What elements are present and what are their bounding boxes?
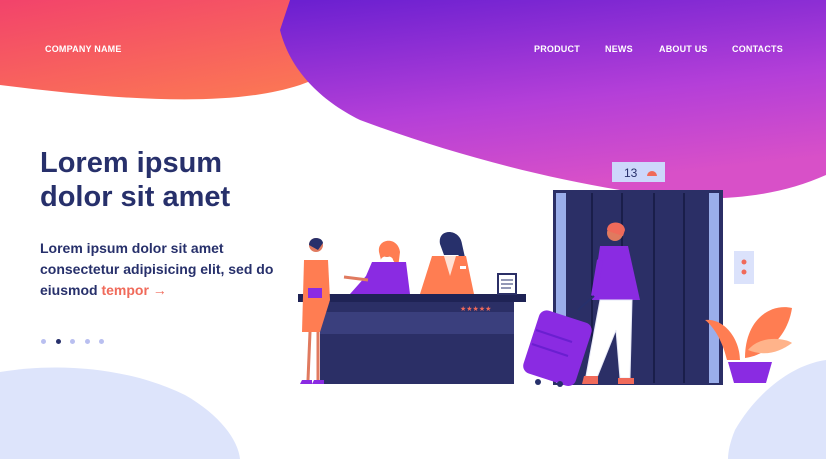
receptionist-middle xyxy=(343,240,410,294)
floor-indicator: 13 xyxy=(612,162,665,182)
floor-number: 13 xyxy=(624,166,638,180)
receptionist-right xyxy=(420,232,474,294)
reception-desk: ★★★★★ xyxy=(298,273,526,384)
hotel-reception-illustration: 13 ★★★★★ xyxy=(298,162,792,387)
desk-rating-stars: ★★★★★ xyxy=(460,305,491,313)
elevator-call-button xyxy=(734,251,754,284)
